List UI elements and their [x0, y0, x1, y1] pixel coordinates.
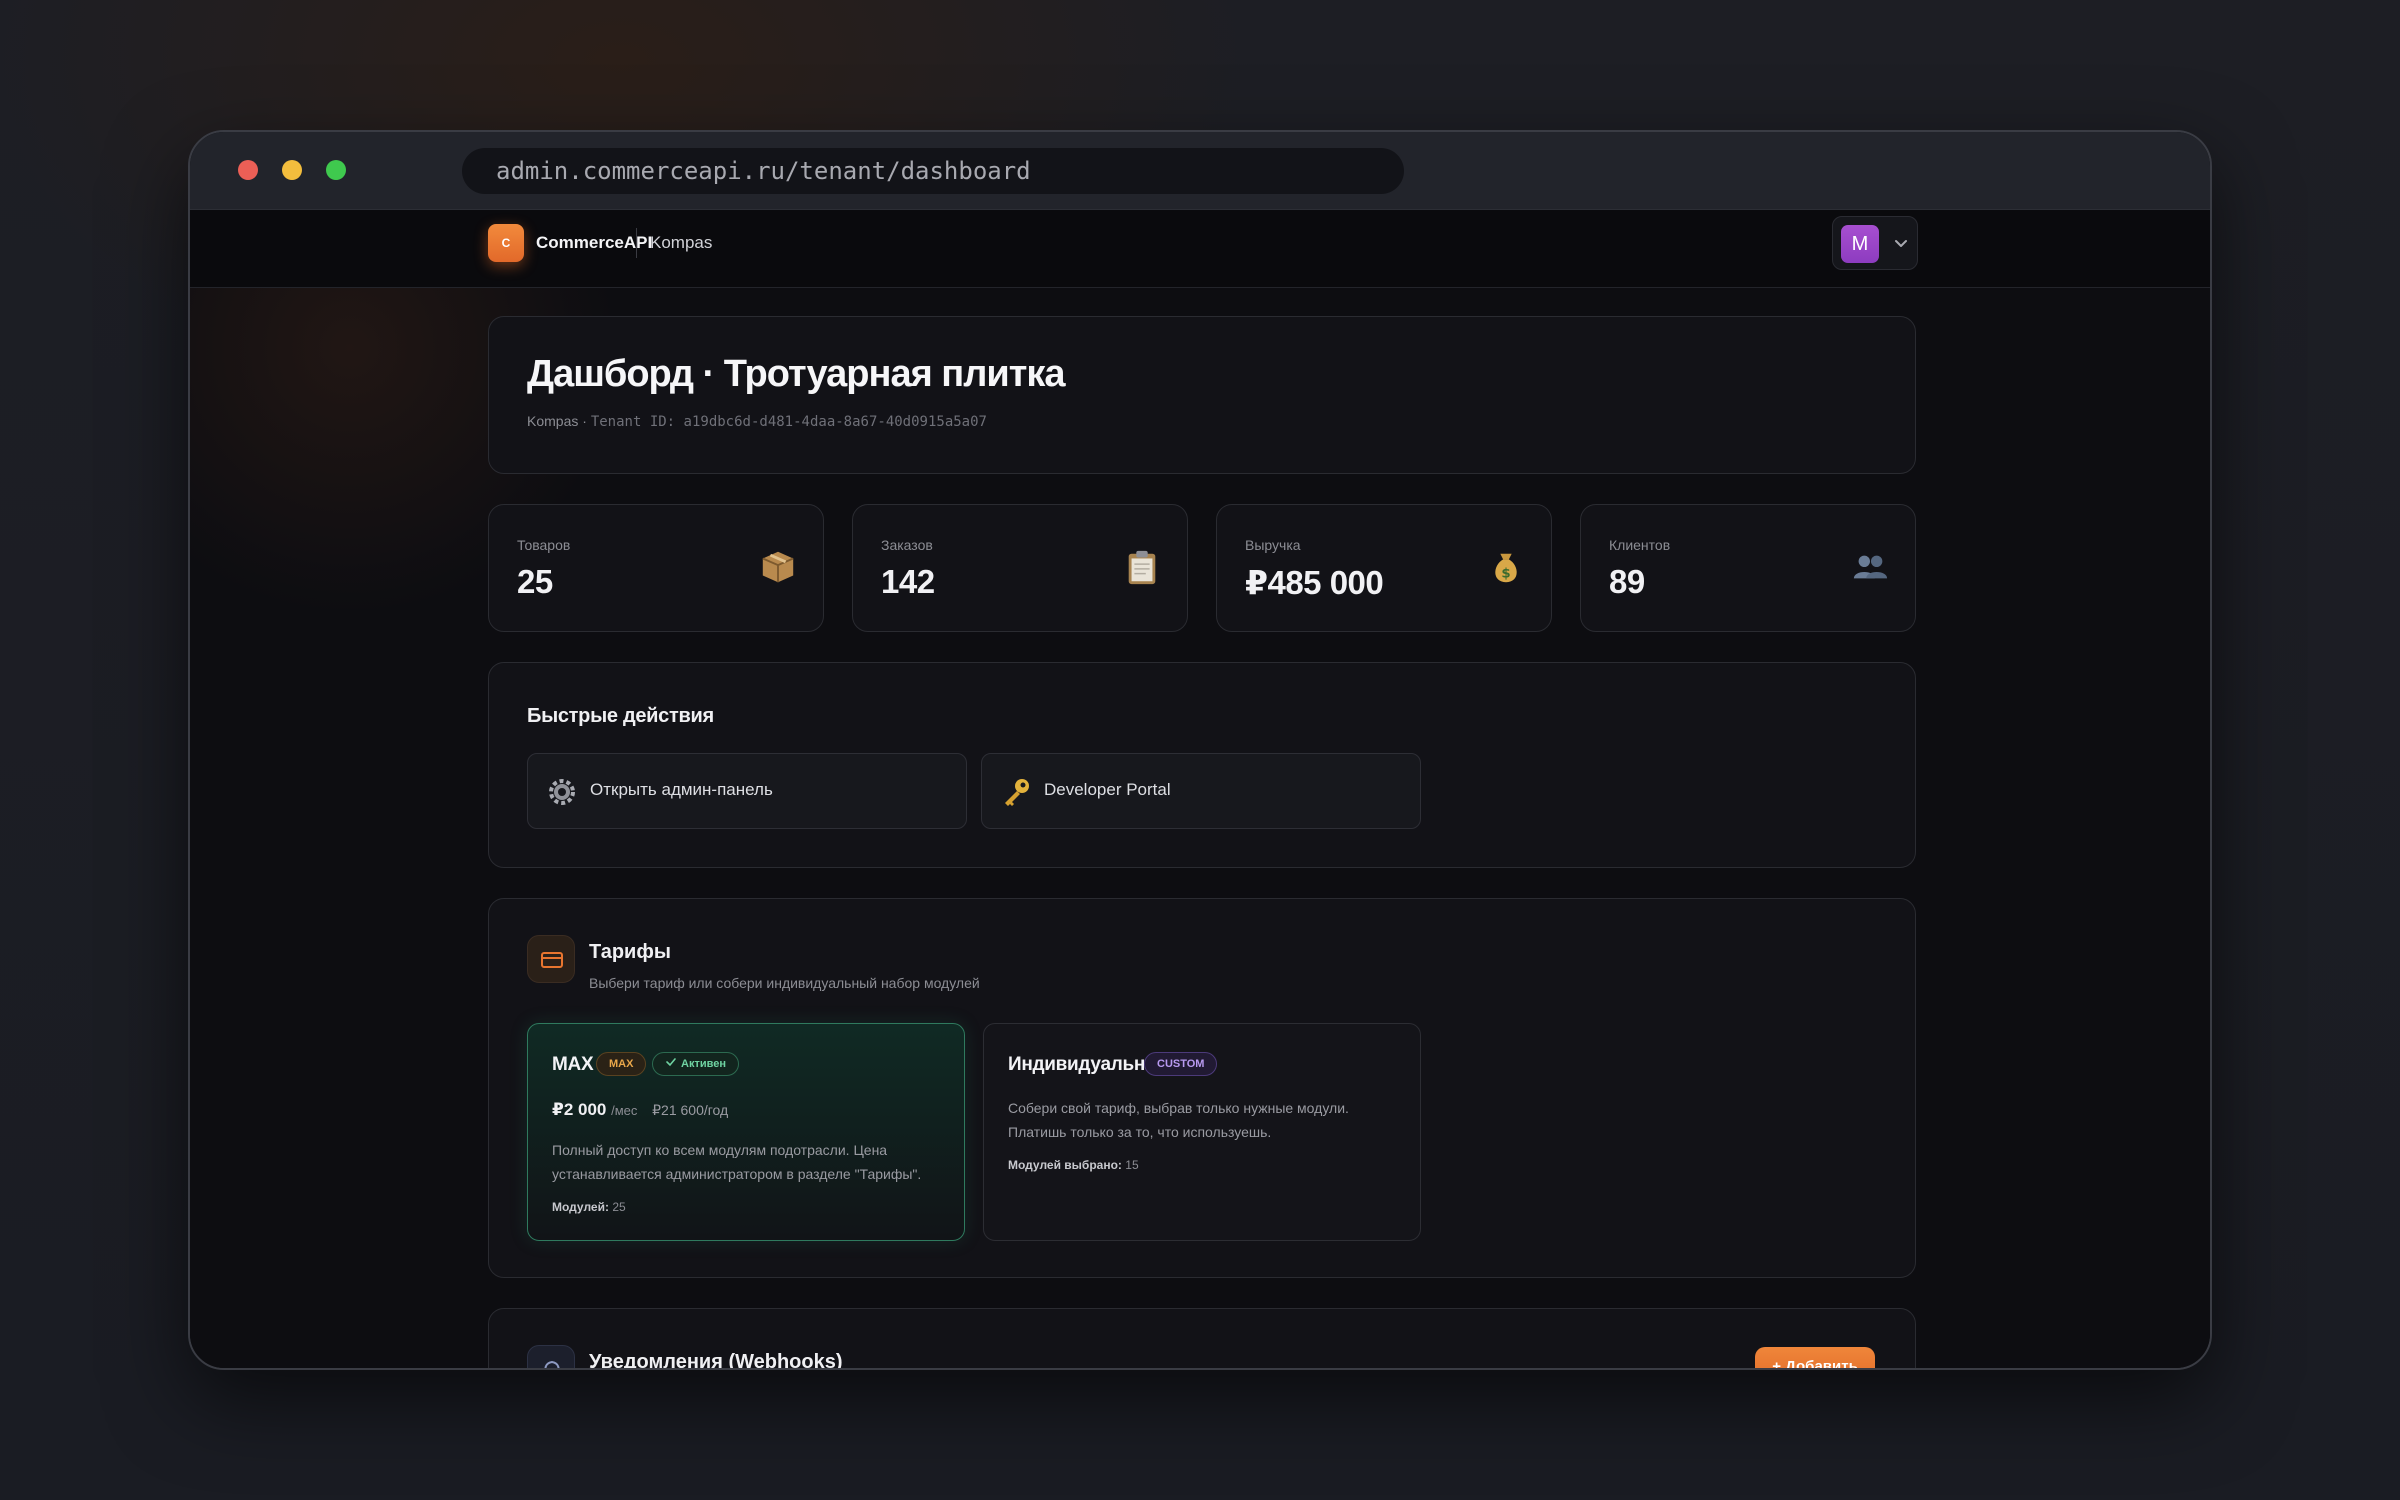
package-icon [762, 551, 794, 583]
main-content: Дашборд · Тротуарная плитка Kompas · Ten… [190, 288, 2210, 1368]
credit-card-icon-wrap [527, 935, 575, 983]
browser-window: admin.commerceapi.ru/tenant/dashboard C … [188, 130, 2212, 1370]
user-menu-button[interactable]: M [1832, 216, 1918, 270]
credit-card-icon [541, 952, 563, 968]
plan-description: Полный доступ ко всем модулям подотрасли… [552, 1142, 922, 1182]
page-title: Дашборд · Тротуарная плитка [527, 353, 1066, 395]
stat-card-revenue: Выручка ₽485 000 $ [1216, 504, 1552, 632]
stat-value: 142 [881, 563, 935, 600]
plus-icon: + [1772, 1358, 1781, 1368]
developer-portal-button[interactable]: Developer Portal [981, 753, 1421, 829]
tenant-name: Kompas [650, 233, 713, 252]
active-status-badge: Активен [652, 1052, 739, 1076]
brand-logo-icon[interactable]: C [488, 224, 524, 262]
header-divider [636, 228, 637, 258]
plan-modules: Модулей выбрано: 15 [1008, 1158, 1139, 1172]
svg-text:$: $ [1501, 566, 1510, 581]
app-header: C CommerceAPI Kompas M [190, 210, 2210, 288]
price-yearly: ₽21 600/год [652, 1102, 729, 1118]
plan-badge: MAX [596, 1052, 647, 1076]
avatar: M [1841, 225, 1879, 263]
stat-label: Товаров [517, 537, 571, 553]
add-webhook-button[interactable]: + Добавить [1755, 1347, 1875, 1368]
address-bar[interactable]: admin.commerceapi.ru/tenant/dashboard [462, 148, 1404, 194]
bell-icon [544, 1361, 560, 1368]
modules-count: 15 [1125, 1158, 1139, 1172]
browser-titlebar: admin.commerceapi.ru/tenant/dashboard [190, 132, 2210, 210]
quick-actions-title: Быстрые действия [527, 705, 714, 727]
tariffs-title: Тарифы [589, 941, 671, 963]
webhooks-title: Уведомления (Webhooks) [589, 1351, 843, 1368]
tenant-id: Tenant ID: a19dbc6d-d481-4daa-8a67-40d09… [590, 414, 987, 430]
users-icon [1853, 555, 1888, 579]
modules-label: Модулей выбрано: [1008, 1158, 1122, 1172]
quick-actions-card: Быстрые действия Открыть админ-панель De… [488, 662, 1916, 868]
gear-icon [549, 779, 575, 805]
tariffs-subtitle: Выбери тариф или собери индивидуальный н… [589, 975, 980, 991]
bell-icon-wrap [527, 1345, 575, 1368]
active-status-label: Активен [681, 1058, 726, 1070]
stat-value: 89 [1609, 563, 1645, 600]
separator-dot: · [582, 413, 587, 429]
modules-count: 25 [612, 1200, 626, 1214]
stat-value: 25 [517, 563, 553, 600]
stat-card-clients: Клиентов 89 [1580, 504, 1916, 632]
price-period: /мес [611, 1103, 638, 1118]
stat-label: Клиентов [1609, 537, 1671, 553]
price-monthly: ₽2 000 [552, 1100, 607, 1119]
clipboard-icon [1128, 550, 1156, 585]
webhooks-card: Уведомления (Webhooks) + Добавить [488, 1308, 1916, 1368]
tenant-label: Kompas [527, 413, 579, 429]
action-label: Developer Portal [1044, 780, 1171, 799]
stat-value: ₽485 000 [1245, 564, 1384, 601]
stat-label: Заказов [881, 537, 933, 553]
minimize-window-button[interactable] [282, 160, 302, 180]
plan-card-custom[interactable]: Индивидуальный CUSTOM Собери свой тариф,… [983, 1023, 1421, 1241]
stat-card-products: Товаров 25 [488, 504, 824, 632]
dashboard-header-card: Дашборд · Тротуарная плитка Kompas · Ten… [488, 316, 1916, 474]
modules-label: Модулей: [552, 1200, 609, 1214]
plan-price: ₽2 000 /мес ₽21 600/год [552, 1100, 728, 1120]
plan-description: Собери свой тариф, выбрав только нужные … [1008, 1100, 1349, 1140]
plan-badge: CUSTOM [1144, 1052, 1218, 1076]
stat-label: Выручка [1245, 537, 1301, 553]
stat-card-orders: Заказов 142 [852, 504, 1188, 632]
chevron-down-icon [1895, 240, 1907, 247]
plan-card-max[interactable]: MAX MAX Активен ₽2 000 /мес ₽21 600/год … [527, 1023, 965, 1241]
brand-name[interactable]: CommerceAPI [536, 230, 652, 256]
maximize-window-button[interactable] [326, 160, 346, 180]
money-bag-icon: $ [1495, 553, 1517, 583]
open-admin-panel-button[interactable]: Открыть админ-панель [527, 753, 967, 829]
plan-modules: Модулей: 25 [552, 1200, 626, 1214]
plan-name: MAX [552, 1054, 594, 1075]
add-webhook-label: Добавить [1785, 1358, 1858, 1368]
key-icon [1005, 779, 1029, 806]
check-icon [666, 1058, 676, 1067]
tariffs-card: Тарифы Выбери тариф или собери индивидуа… [488, 898, 1916, 1278]
tenant-info: Kompas · Tenant ID: a19dbc6d-d481-4daa-8… [527, 413, 987, 430]
action-label: Открыть админ-панель [590, 780, 773, 799]
close-window-button[interactable] [238, 160, 258, 180]
